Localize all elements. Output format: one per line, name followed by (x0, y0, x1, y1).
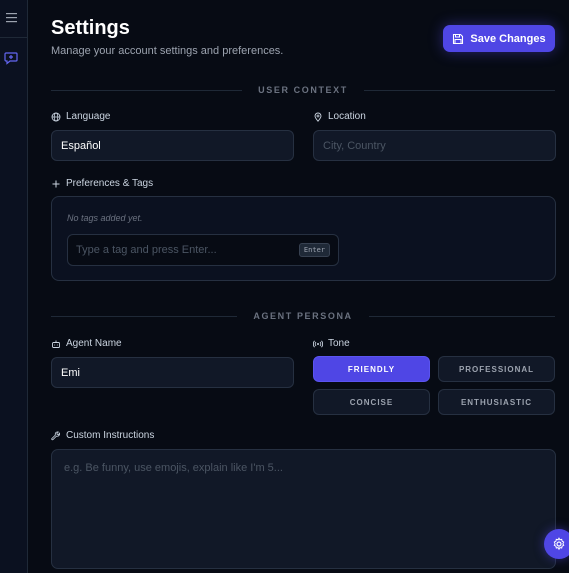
custom-instructions-label: Custom Instructions (51, 430, 154, 441)
location-field[interactable]: City, Country (313, 130, 556, 161)
settings-panel: Settings Manage your account settings an… (28, 0, 569, 573)
agent-name-label: Agent Name (51, 338, 122, 349)
section-divider-agent-persona: AGENT PERSONA (51, 310, 555, 322)
settings-fab-button[interactable] (544, 529, 569, 559)
wrench-icon (51, 430, 61, 440)
hamburger-menu-icon[interactable] (5, 11, 21, 25)
gear-icon (553, 537, 565, 551)
custom-instructions-label-text: Custom Instructions (66, 430, 155, 441)
section-divider-user-context: USER CONTEXT (51, 84, 555, 96)
language-label: Language (51, 111, 111, 122)
sidebar-divider (0, 37, 27, 38)
page-title: Settings (51, 17, 130, 39)
section-title-user-context: USER CONTEXT (258, 85, 348, 95)
preferences-label-text: Preferences & Tags (66, 178, 154, 189)
language-field[interactable]: Español (51, 130, 294, 161)
tone-option-professional[interactable]: PROFESSIONAL (438, 356, 555, 382)
enter-key-hint: Enter (298, 243, 330, 257)
save-changes-label: Save Changes (470, 32, 546, 45)
tags-container: No tags added yet. Type a tag and press … (51, 196, 556, 281)
section-title-agent-persona: AGENT PERSONA (253, 311, 353, 321)
tag-input[interactable]: Type a tag and press Enter... Enter (67, 234, 339, 266)
tone-label: Tone (313, 338, 350, 349)
agent-name-label-text: Agent Name (66, 338, 122, 349)
tone-option-concise[interactable]: CONCISE (313, 389, 430, 415)
radio-waves-icon (313, 340, 323, 347)
bot-icon (52, 340, 60, 348)
tags-empty-state: No tags added yet. (67, 213, 143, 223)
plus-icon (52, 180, 60, 187)
tone-option-friendly[interactable]: FRIENDLY (313, 356, 430, 382)
page-subtitle: Manage your account settings and prefere… (51, 45, 284, 57)
map-pin-icon (314, 112, 322, 122)
sidebar-rail (0, 0, 28, 573)
tone-label-text: Tone (328, 338, 350, 349)
floppy-disk-icon (453, 33, 464, 44)
location-label: Location (313, 111, 366, 122)
tone-option-enthusiastic[interactable]: ENTHUSIASTIC (438, 389, 555, 415)
tag-input-placeholder: Type a tag and press Enter... (76, 244, 217, 256)
save-changes-button[interactable]: Save Changes (443, 25, 555, 52)
language-label-text: Language (66, 111, 111, 122)
agent-name-field[interactable]: Emi (51, 357, 294, 388)
location-label-text: Location (328, 111, 366, 122)
globe-icon (51, 112, 61, 121)
preferences-label: Preferences & Tags (51, 178, 153, 189)
custom-instructions-textarea[interactable]: e.g. Be funny, use emojis, explain like … (51, 449, 556, 569)
message-plus-icon[interactable] (4, 51, 18, 65)
